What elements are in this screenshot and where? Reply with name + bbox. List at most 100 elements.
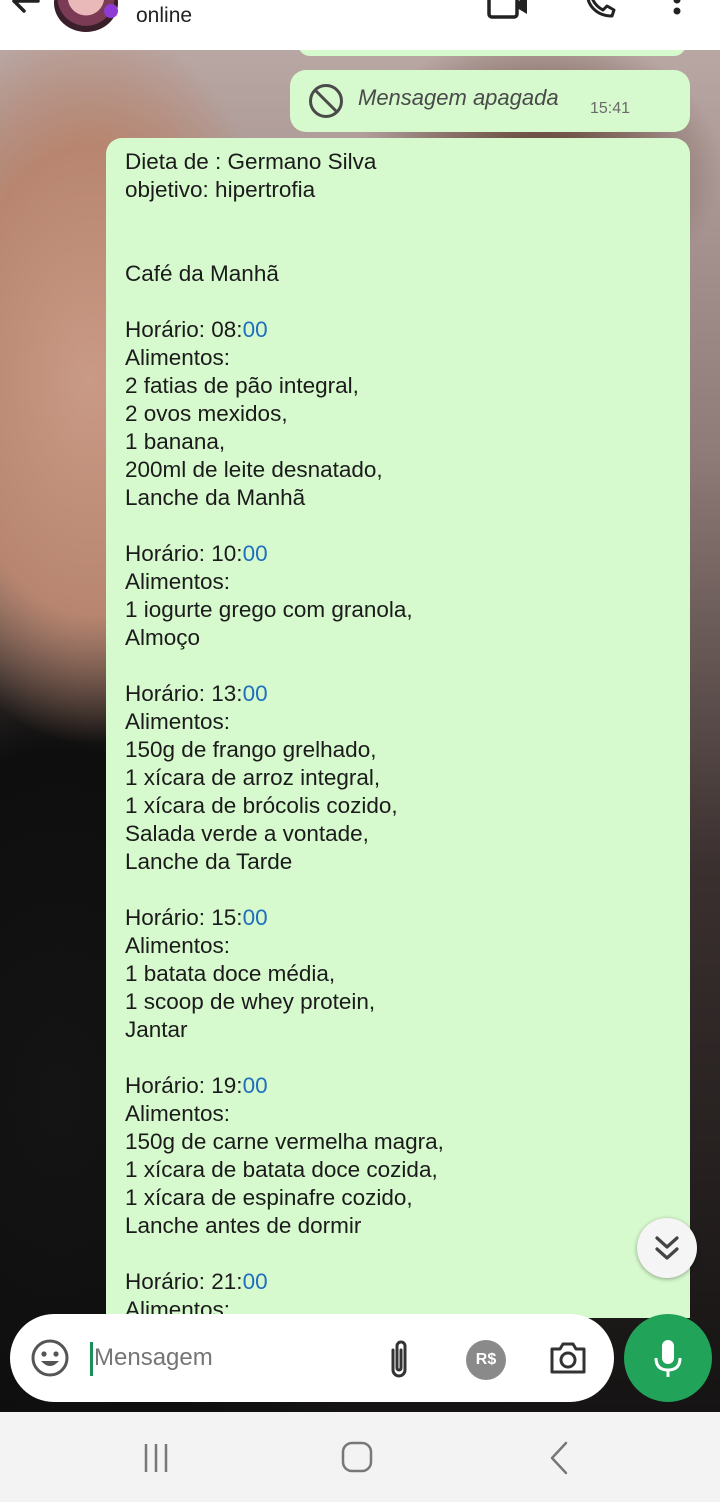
scroll-to-bottom-button[interactable] <box>637 1218 697 1278</box>
home-icon[interactable] <box>340 1440 374 1474</box>
message-line: Alimentos: <box>125 1100 678 1128</box>
double-chevron-down-icon <box>655 1236 679 1260</box>
paperclip-icon[interactable] <box>382 1338 416 1382</box>
message-line: objetivo: hipertrofia <box>125 176 678 204</box>
text-caret <box>90 1342 93 1376</box>
diet-message-bubble[interactable]: Dieta de : Germano Silva objetivo: hipert… <box>106 138 690 1318</box>
message-line: Café da Manhã <box>125 260 678 288</box>
message-line: Jantar <box>125 1016 678 1044</box>
contact-status: online <box>136 4 193 27</box>
avatar-status-dot <box>104 4 118 18</box>
message-line-text: 1 batata doce média, <box>125 961 336 986</box>
message-line: Lanche antes de dormir <box>125 1212 678 1240</box>
message-line-text: Salada verde a vontade, <box>125 821 369 846</box>
message-line <box>125 652 678 680</box>
message-line-text: Dieta de : Germano Silva <box>125 149 377 174</box>
message-line: 2 fatias de pão integral, <box>125 372 678 400</box>
message-line <box>125 512 678 540</box>
message-line: Salada verde a vontade, <box>125 820 678 848</box>
message-composer: R$ <box>10 1314 614 1402</box>
message-line: Dieta de : Germano Silva <box>125 148 678 176</box>
message-line: 2 ovos mexidos, <box>125 400 678 428</box>
message-line-text: 150g de carne vermelha magra, <box>125 1129 444 1154</box>
camera-icon[interactable] <box>548 1340 588 1376</box>
blocked-icon <box>309 84 343 118</box>
chat-wallpaper: Mensagem apagada 15:41 Dieta de : German… <box>0 50 720 1412</box>
previous-message-bubble[interactable] <box>298 50 686 56</box>
message-line-text: Almoço <box>125 625 201 650</box>
message-line: Alimentos: <box>125 568 678 596</box>
message-line-text: Horário: 08: <box>125 317 243 342</box>
message-line: Horário: 08:00 <box>125 316 678 344</box>
message-line <box>125 1240 678 1268</box>
message-time: 15:41 <box>590 100 631 117</box>
recent-apps-icon[interactable] <box>140 1442 172 1474</box>
message-line-text: 1 xícara de batata doce cozida, <box>125 1157 438 1182</box>
message-line: 1 batata doce média, <box>125 960 678 988</box>
message-line <box>125 232 678 260</box>
message-line-text: 200ml de leite desnatado, <box>125 457 383 482</box>
message-line: 1 xícara de espinafre cozido, <box>125 1184 678 1212</box>
message-line-text: 150g de frango grelhado, <box>125 737 377 762</box>
message-line-text: 1 iogurte grego com granola, <box>125 597 413 622</box>
time-link[interactable]: 00 <box>243 905 268 930</box>
message-line: 1 scoop de whey protein, <box>125 988 678 1016</box>
message-line: Horário: 10:00 <box>125 540 678 568</box>
time-link[interactable]: 00 <box>243 317 268 342</box>
message-line-text: Alimentos: <box>125 569 231 594</box>
message-line <box>125 288 678 316</box>
message-line: Horário: 15:00 <box>125 904 678 932</box>
message-line: Alimentos: <box>125 708 678 736</box>
message-line-text: 1 scoop de whey protein, <box>125 989 376 1014</box>
message-line-text: Lanche da Tarde <box>125 849 293 874</box>
message-line-text: Alimentos: <box>125 345 231 370</box>
message-line-text: Lanche antes de dormir <box>125 1213 362 1238</box>
message-line-text: Horário: 10: <box>125 541 243 566</box>
message-line: Horário: 19:00 <box>125 1072 678 1100</box>
payment-button[interactable]: R$ <box>466 1340 506 1380</box>
message-line: Lanche da Manhã <box>125 484 678 512</box>
message-line: 150g de carne vermelha magra, <box>125 1128 678 1156</box>
time-link[interactable]: 00 <box>243 541 268 566</box>
message-line-text: Alimentos: <box>125 709 231 734</box>
more-vertical-icon[interactable] <box>670 0 684 18</box>
message-line-text: 2 fatias de pão integral, <box>125 373 359 398</box>
message-line-text: 2 ovos mexidos, <box>125 401 288 426</box>
message-line <box>125 204 678 232</box>
phone-icon[interactable] <box>582 0 618 20</box>
time-link[interactable]: 00 <box>243 1073 268 1098</box>
message-line: 200ml de leite desnatado, <box>125 456 678 484</box>
message-line-text: Horário: 15: <box>125 905 243 930</box>
message-text: Dieta de : Germano Silva objetivo: hipert… <box>125 148 678 1318</box>
video-call-icon[interactable] <box>486 0 530 20</box>
message-line: 1 banana, <box>125 428 678 456</box>
deleted-message-text: Mensagem apagada <box>358 85 559 110</box>
message-line: Horário: 13:00 <box>125 680 678 708</box>
message-input[interactable] <box>94 1344 354 1372</box>
back-arrow-icon[interactable] <box>8 0 48 16</box>
message-line: 1 xícara de batata doce cozida, <box>125 1156 678 1184</box>
time-link[interactable]: 00 <box>243 1269 268 1294</box>
message-line <box>125 1044 678 1072</box>
message-line <box>125 876 678 904</box>
mic-icon <box>654 1340 682 1377</box>
message-line-text: Alimentos: <box>125 1101 231 1126</box>
message-line-text: 1 xícara de espinafre cozido, <box>125 1185 413 1210</box>
message-line: Almoço <box>125 624 678 652</box>
message-line: 150g de frango grelhado, <box>125 736 678 764</box>
emoji-icon[interactable] <box>30 1338 70 1378</box>
message-line-text: Horário: 19: <box>125 1073 243 1098</box>
message-line: 1 xícara de arroz integral, <box>125 764 678 792</box>
message-line-text: Alimentos: <box>125 933 231 958</box>
time-link[interactable]: 00 <box>243 681 268 706</box>
deleted-message-bubble[interactable]: Mensagem apagada 15:41 <box>290 70 690 132</box>
message-line-text: 1 xícara de arroz integral, <box>125 765 381 790</box>
nav-back-icon[interactable] <box>546 1440 572 1476</box>
message-line: Lanche da Tarde <box>125 848 678 876</box>
message-line: 1 iogurte grego com granola, <box>125 596 678 624</box>
voice-message-button[interactable] <box>624 1314 712 1402</box>
message-line: 1 xícara de brócolis cozido, <box>125 792 678 820</box>
message-line-text: Lanche da Manhã <box>125 485 306 510</box>
message-line-text: 1 xícara de brócolis cozido, <box>125 793 398 818</box>
message-line: Alimentos: <box>125 932 678 960</box>
